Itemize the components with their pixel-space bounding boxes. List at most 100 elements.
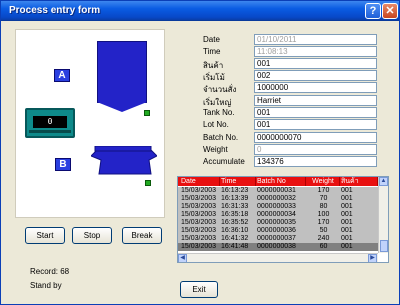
table-row[interactable]: 15/03/2003 16:41:48 0000000038 60 001 — [178, 243, 378, 251]
field-label: Tank No. — [203, 108, 235, 117]
tank-b-label: B — [55, 158, 71, 171]
field-input[interactable]: 1000000 — [254, 82, 377, 93]
cell-product: 001 — [341, 211, 353, 218]
grid-header: Date Time Batch No Weight สินค้า — [178, 177, 378, 186]
field-label: Date — [203, 35, 220, 44]
field-input[interactable]: 001 — [254, 119, 377, 130]
cell-date: 15/03/2003 — [181, 187, 217, 194]
field-label: Batch No. — [203, 133, 239, 142]
cell-weight: 60 — [319, 243, 328, 250]
cell-weight: 100 — [317, 211, 330, 218]
window-title: Process entry form — [9, 5, 101, 16]
field-input[interactable]: 134376 — [254, 156, 377, 167]
tank-a-label: A — [54, 69, 70, 82]
table-row[interactable]: 15/03/2003 16:31:33 0000000033 80 001 — [178, 203, 378, 211]
start-button[interactable]: Start — [25, 227, 65, 244]
cell-date: 15/03/2003 — [181, 203, 217, 210]
field-input[interactable]: 002 — [254, 70, 377, 81]
field-label: จำนวนสั่ง — [203, 85, 237, 94]
cell-batch-no: 0000000038 — [257, 243, 296, 250]
cell-time: 16:13:23 — [221, 187, 249, 194]
cell-time: 16:41:48 — [221, 243, 249, 250]
cell-batch-no: 0000000036 — [257, 227, 296, 234]
weighing-scale: 0 — [25, 108, 75, 138]
status-text: Stand by — [30, 281, 62, 290]
field-input[interactable]: 001 — [254, 58, 377, 69]
cell-time: 16:13:39 — [221, 195, 249, 202]
column-header-product[interactable]: สินค้า — [340, 177, 378, 186]
field-input[interactable]: 11:08:13 — [254, 46, 377, 57]
cell-product: 001 — [341, 203, 353, 210]
cell-date: 15/03/2003 — [181, 195, 217, 202]
title-bar[interactable]: Process entry form ? ✕ — [1, 1, 399, 21]
cell-batch-no: 0000000033 — [257, 203, 296, 210]
table-row[interactable]: 15/03/2003 16:35:18 0000000034 100 001 — [178, 211, 378, 219]
cell-batch-no: 0000000037 — [257, 235, 296, 242]
cell-product: 001 — [341, 219, 353, 226]
scroll-up-arrow-icon[interactable]: ▲ — [379, 177, 388, 186]
cell-date: 15/03/2003 — [181, 211, 217, 218]
field-input[interactable]: 0 — [254, 144, 377, 155]
silo-valve-indicator — [144, 110, 150, 116]
vertical-scrollbar[interactable]: ▲ — [378, 177, 388, 253]
table-row[interactable]: 15/03/2003 16:35:52 0000000035 170 001 — [178, 219, 378, 227]
field-input[interactable]: Harriet — [254, 95, 377, 106]
cell-weight: 170 — [317, 187, 330, 194]
scroll-right-arrow-icon[interactable]: ▶ — [368, 254, 377, 262]
table-row[interactable]: 15/03/2003 16:13:23 0000000031 170 001 — [178, 187, 378, 195]
cell-time: 16:31:33 — [221, 203, 249, 210]
scale-platform — [29, 130, 71, 133]
cell-time: 16:36:10 — [221, 227, 249, 234]
cell-batch-no: 0000000031 — [257, 187, 296, 194]
cell-date: 15/03/2003 — [181, 219, 217, 226]
cell-date: 15/03/2003 — [181, 235, 217, 242]
field-label: Weight — [203, 145, 228, 154]
field-input[interactable]: 0000000070 — [254, 132, 377, 143]
column-header-time[interactable]: Time — [220, 177, 256, 186]
record-count: Record: 68 — [30, 267, 70, 276]
table-row[interactable]: 15/03/2003 16:36:10 0000000036 50 001 — [178, 227, 378, 235]
cell-weight: 80 — [319, 203, 328, 210]
break-button[interactable]: Break — [122, 227, 162, 244]
field-label: Time — [203, 47, 221, 56]
scroll-left-arrow-icon[interactable]: ◀ — [178, 254, 187, 262]
cell-date: 15/03/2003 — [181, 243, 217, 250]
stop-button[interactable]: Stop — [72, 227, 112, 244]
table-row[interactable]: 15/03/2003 16:41:32 0000000037 240 001 — [178, 235, 378, 243]
hopper-valve-indicator — [145, 180, 151, 186]
cell-time: 16:35:52 — [221, 219, 249, 226]
field-label: Lot No. — [203, 120, 229, 129]
cell-weight: 50 — [319, 227, 328, 234]
silo-tank — [97, 41, 147, 103]
field-input[interactable]: 01/10/2011 — [254, 34, 377, 45]
vertical-scroll-thumb[interactable] — [380, 240, 388, 252]
close-button[interactable]: ✕ — [382, 3, 398, 19]
cell-time: 16:35:18 — [221, 211, 249, 218]
scale-display: 0 — [33, 116, 67, 128]
column-header-weight[interactable]: Weight — [306, 177, 340, 186]
batch-history-grid[interactable]: Date Time Batch No Weight สินค้า 15/03/2… — [177, 176, 389, 263]
cell-product: 001 — [341, 187, 353, 194]
cell-weight: 70 — [319, 195, 328, 202]
cell-product: 001 — [341, 195, 353, 202]
cell-time: 16:41:32 — [221, 235, 249, 242]
mixer-hopper — [91, 146, 157, 175]
horizontal-scrollbar[interactable]: ◀ ▶ — [178, 253, 378, 262]
column-header-date[interactable]: Date — [180, 177, 220, 186]
table-row[interactable]: 15/03/2003 16:13:39 0000000032 70 001 — [178, 195, 378, 203]
process-entry-window: Process entry form ? ✕ A B 0 Start Stop … — [0, 0, 400, 305]
cell-weight: 170 — [317, 219, 330, 226]
exit-button[interactable]: Exit — [180, 281, 218, 298]
cell-product: 001 — [341, 227, 353, 234]
cell-batch-no: 0000000035 — [257, 219, 296, 226]
help-button[interactable]: ? — [365, 3, 381, 19]
column-header-batch-no[interactable]: Batch No — [256, 177, 306, 186]
cell-batch-no: 0000000032 — [257, 195, 296, 202]
silo-funnel — [97, 102, 147, 112]
cell-batch-no: 0000000034 — [257, 211, 296, 218]
cell-weight: 240 — [317, 235, 330, 242]
field-input[interactable]: 001 — [254, 107, 377, 118]
cell-product: 001 — [341, 243, 353, 250]
cell-product: 001 — [341, 235, 353, 242]
cell-date: 15/03/2003 — [181, 227, 217, 234]
